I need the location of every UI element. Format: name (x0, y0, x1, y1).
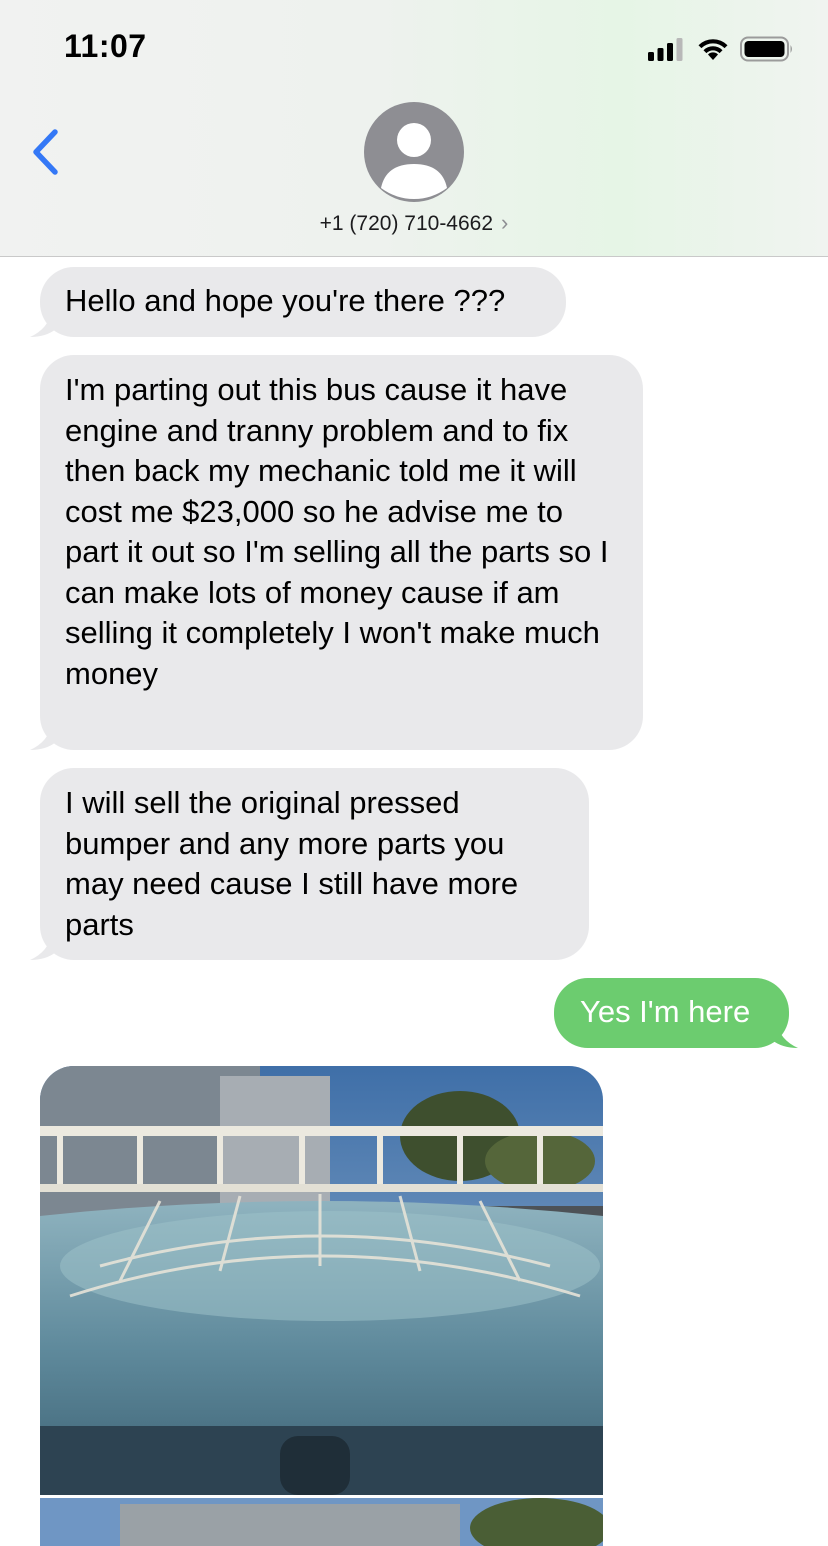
contact-avatar[interactable] (364, 102, 464, 202)
photo-attachment[interactable] (40, 1498, 603, 1546)
outgoing-message[interactable]: Yes I'm here (554, 978, 789, 1048)
contact-name-row[interactable]: +1 (720) 710-4662 › (0, 210, 828, 236)
messages-screen: 11:07 +1 (720) 710-4662 › Hello and hope… (0, 0, 828, 1546)
message-text: Yes I'm here (580, 994, 751, 1029)
wifi-icon (698, 39, 728, 60)
photo-roof-rack (40, 1066, 603, 1495)
person-silhouette-icon (381, 123, 447, 199)
incoming-message[interactable]: I'm parting out this bus cause it have e… (40, 355, 643, 750)
message-text: I'm parting out this bus cause it have e… (65, 372, 609, 691)
status-time: 11:07 (64, 28, 147, 64)
photo-partial (40, 1498, 603, 1546)
photo-attachment[interactable] (40, 1066, 603, 1495)
message-text: Hello and hope you're there ??? (65, 283, 506, 318)
status-icons (648, 36, 794, 62)
battery-icon (740, 36, 792, 62)
incoming-message[interactable]: I will sell the original pressed bumper … (40, 768, 589, 960)
contact-phone: +1 (720) 710-4662 (319, 212, 494, 235)
cellular-signal-icon (648, 38, 683, 61)
conversation-header: 11:07 +1 (720) 710-4662 › (0, 0, 828, 257)
message-text: I will sell the original pressed bumper … (65, 785, 519, 942)
back-chevron-icon[interactable] (28, 126, 68, 180)
contact-chevron-icon: › (501, 210, 509, 235)
incoming-message[interactable]: Hello and hope you're there ??? (40, 267, 566, 337)
